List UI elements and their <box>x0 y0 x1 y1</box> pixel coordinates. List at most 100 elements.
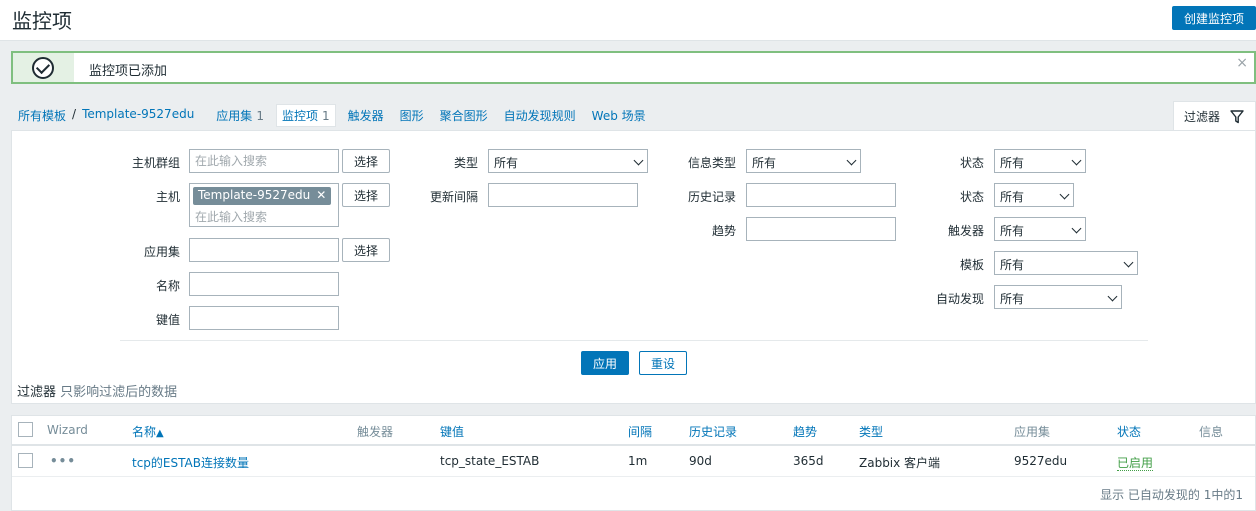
type-label: 类型 <box>453 156 478 170</box>
breadcrumb-template[interactable]: Template-9527edu <box>82 107 194 124</box>
filter-note: 过滤器 只影响过滤后的数据 <box>17 381 177 400</box>
header-type[interactable]: 类型 <box>859 423 883 440</box>
sort-ascending-icon: ▲ <box>156 428 164 439</box>
host-select-button[interactable]: 选择 <box>342 183 390 207</box>
discovered-select[interactable]: 所有 <box>994 285 1122 309</box>
template-label: 模板 <box>959 258 984 272</box>
name-input[interactable] <box>189 272 339 296</box>
info-type-select-value: 所有 <box>752 156 777 170</box>
header-info: 信息 <box>1199 425 1224 439</box>
header-trends[interactable]: 趋势 <box>793 423 817 440</box>
table-row: ••• tcp的ESTAB连接数量 tcp_state_ESTAB 1m 90d… <box>12 447 1255 477</box>
history-input[interactable] <box>746 183 896 207</box>
header-key[interactable]: 键值 <box>440 423 464 440</box>
tab-applications[interactable]: 应用集 1 <box>216 107 264 124</box>
breadcrumb-separator: / <box>72 106 77 121</box>
host-search-placeholder: 在此输入搜索 <box>195 210 268 224</box>
state-select-value: 所有 <box>1000 156 1025 170</box>
application-input[interactable] <box>189 238 339 262</box>
header-name-label: 名称 <box>132 425 157 439</box>
item-history: 90d <box>689 454 712 468</box>
header-name[interactable]: 名称▲ <box>132 423 164 440</box>
tab-items-label: 监控项 <box>281 108 318 123</box>
filter-note-text: 只影响过滤后的数据 <box>60 385 178 400</box>
tab-graphs[interactable]: 图形 <box>400 107 424 124</box>
triggers-select[interactable]: 所有 <box>994 217 1086 241</box>
trends-input[interactable] <box>746 217 896 241</box>
success-message: 监控项已添加 × <box>11 51 1256 84</box>
filter-tab-label: 过滤器 <box>1184 110 1221 124</box>
filter-toggle-tab[interactable]: 过滤器 <box>1173 101 1256 131</box>
item-trends: 365d <box>793 454 824 468</box>
breadcrumb-all-templates[interactable]: 所有模板 <box>18 107 66 124</box>
update-interval-label: 更新间隔 <box>429 190 478 204</box>
chevron-down-icon <box>846 155 857 166</box>
close-icon[interactable]: × <box>1236 55 1248 71</box>
type-select-value: 所有 <box>494 156 519 170</box>
item-name-link[interactable]: tcp的ESTAB连接数量 <box>132 454 249 471</box>
update-interval-input[interactable] <box>488 183 638 207</box>
create-item-button[interactable]: 创建监控项 <box>1172 6 1256 30</box>
host-group-select-button[interactable]: 选择 <box>342 149 390 173</box>
select-all-checkbox[interactable] <box>18 422 33 437</box>
key-input[interactable] <box>189 306 339 330</box>
status-select[interactable]: 所有 <box>994 183 1074 207</box>
item-status[interactable]: 已启用 <box>1117 454 1154 471</box>
chevron-down-icon <box>1107 291 1118 302</box>
header-applications: 应用集 <box>1014 425 1051 439</box>
template-select[interactable]: 所有 <box>994 251 1138 275</box>
tab-triggers[interactable]: 触发器 <box>348 107 384 124</box>
host-group-label: 主机群组 <box>131 156 180 170</box>
table-footer-count: 显示 已自动发现的 1中的1 <box>1100 488 1243 502</box>
header-triggers: 触发器 <box>357 425 394 439</box>
tab-applications-label: 应用集 <box>216 108 253 123</box>
application-select-button[interactable]: 选择 <box>342 238 390 262</box>
key-label: 键值 <box>155 313 180 327</box>
tab-items-count: 1 <box>321 108 330 123</box>
header-wizard: Wizard <box>47 423 88 437</box>
info-type-select[interactable]: 所有 <box>746 149 861 173</box>
row-checkbox[interactable] <box>18 453 33 468</box>
tab-items[interactable]: 监控项 1 <box>275 103 336 127</box>
page-header: 监控项 创建监控项 <box>0 0 1256 41</box>
history-label: 历史记录 <box>687 190 736 204</box>
host-chip-label: Template-9527edu <box>198 188 311 202</box>
tab-applications-count: 1 <box>256 108 264 123</box>
item-applications: 9527edu <box>1014 454 1068 468</box>
type-select[interactable]: 所有 <box>488 149 648 173</box>
remove-chip-icon[interactable]: ✕ <box>316 188 326 202</box>
header-interval[interactable]: 间隔 <box>628 423 652 440</box>
items-table: Wizard 名称▲ 触发器 键值 间隔 历史记录 趋势 类型 应用集 状态 信… <box>11 415 1256 511</box>
triggers-select-value: 所有 <box>1000 224 1025 238</box>
item-interval: 1m <box>628 454 648 468</box>
message-icon-box <box>13 53 74 82</box>
tab-discovery-rules[interactable]: 自动发现规则 <box>504 107 576 124</box>
state-select[interactable]: 所有 <box>994 149 1086 173</box>
reset-button[interactable]: 重设 <box>639 351 687 375</box>
wizard-menu-icon[interactable]: ••• <box>50 454 76 468</box>
filter-divider <box>120 340 1148 341</box>
discovered-label: 自动发现 <box>935 292 984 306</box>
filter-panel: 主机群组 选择 主机 Template-9527edu ✕ 在此输入搜索 选择 应… <box>11 130 1256 404</box>
discovered-select-value: 所有 <box>1000 292 1025 306</box>
funnel-icon <box>1230 109 1244 123</box>
chevron-down-icon <box>1123 257 1134 268</box>
status-enabled-badge: 已启用 <box>1117 456 1154 471</box>
host-multiselect[interactable]: Template-9527edu ✕ 在此输入搜索 <box>189 183 339 227</box>
triggers-label: 触发器 <box>947 224 984 238</box>
tab-web-scenarios[interactable]: Web 场景 <box>592 107 646 124</box>
header-status[interactable]: 状态 <box>1117 423 1141 440</box>
filter-note-title: 过滤器 <box>17 385 57 400</box>
apply-button[interactable]: 应用 <box>581 351 629 375</box>
state-label: 状态 <box>959 156 984 170</box>
message-text: 监控项已添加 <box>89 64 168 79</box>
host-group-input[interactable] <box>189 149 339 173</box>
breadcrumb: 所有模板 / Template-9527edu <box>18 107 200 124</box>
header-history[interactable]: 历史记录 <box>689 423 737 440</box>
page-title: 监控项 <box>12 9 72 33</box>
template-nav: 所有模板 / Template-9527edu 应用集 1 监控项 1 触发器 图形… <box>0 102 1256 128</box>
host-label: 主机 <box>155 190 180 204</box>
item-type: Zabbix 客户端 <box>859 456 941 470</box>
chevron-down-icon <box>1059 189 1070 200</box>
tab-screens[interactable]: 聚合图形 <box>440 107 488 124</box>
